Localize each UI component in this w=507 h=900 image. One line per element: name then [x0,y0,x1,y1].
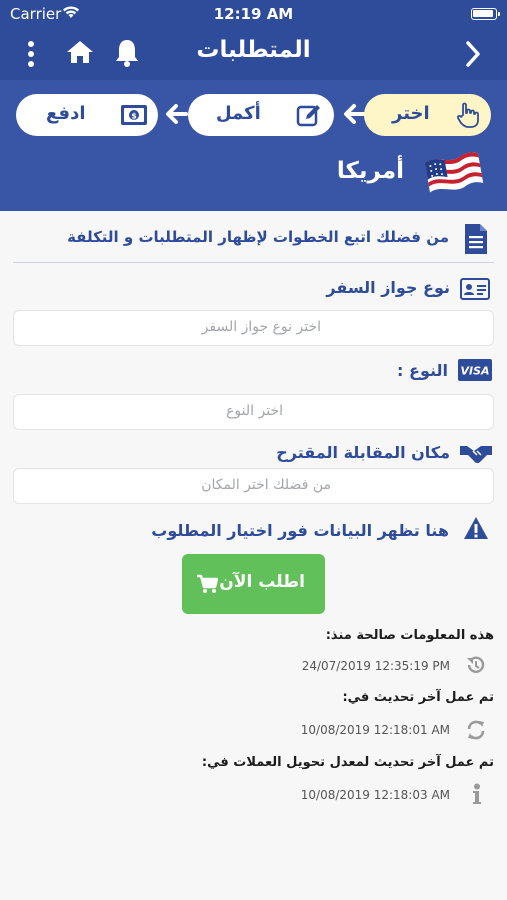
pointer-hand-icon [455,101,481,133]
steps-header: ادفع $ أكمل اختر أمريكا [0,80,507,211]
type-select[interactable]: اختر النوع [13,394,494,430]
passport-type-placeholder: اختر نوع جواز السفر [201,319,321,335]
valid-since-label: هذه المعلومات صالحة منذ: [325,628,494,643]
requirements-form: من فضلك اتبع الخطوات لإظهار المتطلبات و … [0,211,507,900]
type-placeholder: اختر النوع [226,403,283,419]
status-bar: Carrier 12:19 AM [0,0,507,28]
passport-type-select[interactable]: اختر نوع جواز السفر [13,310,494,346]
back-chevron-icon[interactable] [464,40,482,72]
battery-icon [471,8,500,20]
clock: 12:19 AM [213,5,294,23]
info-icon [471,783,483,809]
last-update-label: تم عمل آخر تحديث في: [342,690,494,705]
cash-icon: $ [120,104,148,130]
valid-since-value: 24/07/2019 12:35:19 PM [301,659,450,673]
svg-text:VISA: VISA [460,365,489,378]
step-pay-label: ادفع [46,103,86,124]
nav-bar: المتطلبات [0,28,507,80]
history-icon [465,654,487,680]
type-label: النوع : [397,361,448,380]
country-name: أمريكا [336,158,404,184]
warning-icon [463,516,489,544]
step-choose-label: اختر [392,103,430,124]
document-icon [463,223,489,259]
last-update-value: 10/08/2019 12:18:01 AM [300,723,450,737]
interview-place-placeholder: من فضلك اختر المكان [201,477,331,493]
visa-card-icon: VISA [458,359,492,385]
interview-place-select[interactable]: من فضلك اختر المكان [13,468,494,504]
currency-update-label: تم عمل آخر تحديث لمعدل تحويل العملات في: [201,755,494,770]
page-title: المتطلبات [196,37,311,63]
arrow-left-icon [165,102,189,130]
data-notice-text: هنا تظهر البيانات فور اختيار المطلوب [151,521,449,540]
refresh-icon [465,719,487,745]
step-choose[interactable]: اختر [364,94,491,136]
step-pay[interactable]: ادفع $ [16,94,158,136]
edit-pencil-icon [296,103,322,131]
id-card-icon [460,278,490,304]
interview-place-label: مكان المقابلة المقترح [276,443,450,462]
step-complete[interactable]: أكمل [188,94,334,136]
passport-type-label: نوع جواز السفر [326,278,450,297]
divider [13,262,494,263]
currency-update-value: 10/08/2019 12:18:03 AM [300,788,450,802]
cart-icon [196,574,219,598]
usa-flag-icon [423,148,485,202]
step-complete-label: أكمل [216,103,261,124]
order-now-label: اطلب الآن [219,572,305,592]
svg-text:$: $ [131,112,137,121]
order-now-button[interactable]: اطلب الآن [182,554,325,614]
handshake-icon [459,442,493,468]
instructions-text: من فضلك اتبع الخطوات لإظهار المتطلبات و … [67,228,449,246]
